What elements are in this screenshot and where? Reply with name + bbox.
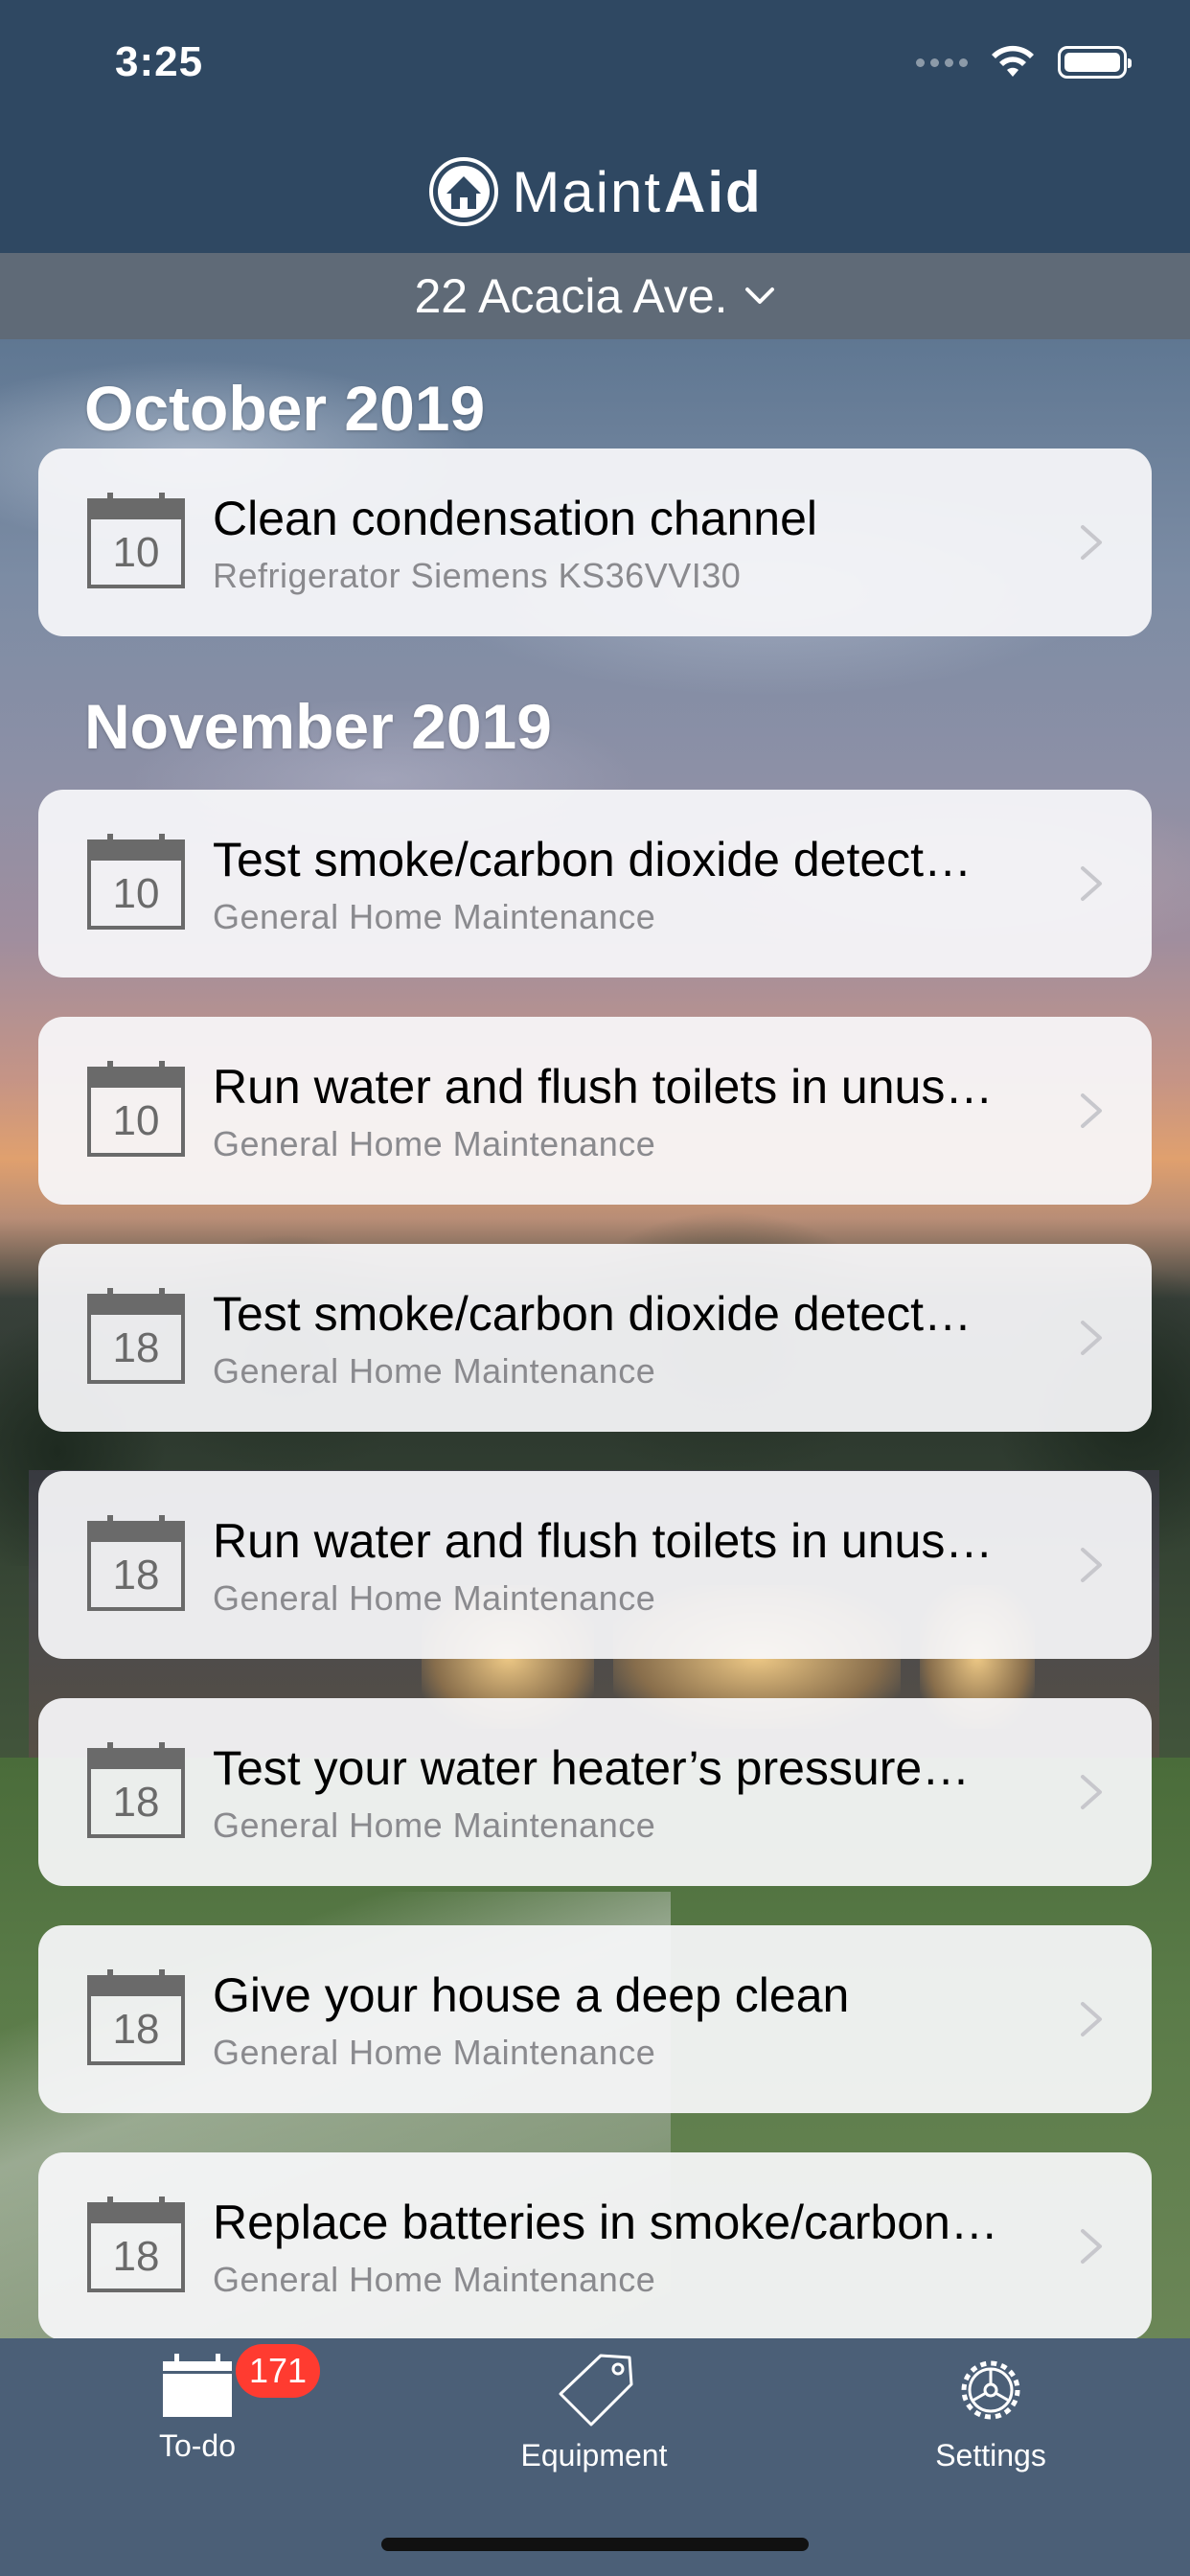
status-time: 3:25	[115, 38, 204, 85]
task-card[interactable]: 10 Test smoke/carbon dioxide detect… Gen…	[38, 790, 1152, 978]
calendar-icon	[87, 1061, 185, 1157]
chevron-right-icon	[1081, 866, 1102, 901]
task-card[interactable]: 10 Run water and flush toilets in unus… …	[38, 1017, 1152, 1205]
navigation-bar: 3:25 Maint Aid	[0, 0, 1190, 253]
calendar-icon	[87, 493, 185, 588]
tab-settings[interactable]: Settings	[876, 2352, 1106, 2496]
task-equipment: General Home Maintenance	[213, 2260, 656, 2299]
tab-equipment-label: Equipment	[520, 2438, 668, 2472]
location-selector[interactable]: 22 Acacia Ave.	[0, 253, 1190, 339]
task-equipment: General Home Maintenance	[213, 1351, 656, 1391]
home-indicator[interactable]	[381, 2538, 809, 2551]
brand-name-part2: Aid	[664, 159, 763, 224]
chevron-down-icon	[744, 288, 774, 304]
todo-count-badge: 171	[236, 2344, 321, 2398]
calendar-icon	[87, 1969, 185, 2065]
chevron-right-icon	[1081, 1321, 1102, 1355]
task-title: Replace batteries in smoke/carbon…	[213, 2196, 998, 2249]
task-card[interactable]: 18 Test your water heater’s pressure… Ge…	[38, 1698, 1152, 1886]
task-title: Test smoke/carbon dioxide detect…	[213, 1287, 973, 1341]
task-equipment: General Home Maintenance	[213, 1806, 656, 1845]
task-equipment: General Home Maintenance	[213, 1578, 656, 1618]
task-equipment: General Home Maintenance	[213, 1124, 656, 1163]
task-card[interactable]: 10 Clean condensation channel Refrigerat…	[38, 448, 1152, 636]
task-title: Give your house a deep clean	[213, 1968, 850, 2022]
task-card[interactable]: 18 Run water and flush toilets in unus… …	[38, 1471, 1152, 1659]
chevron-right-icon	[1081, 1093, 1102, 1128]
calendar-icon	[163, 2354, 232, 2417]
cellular-signal-icon	[916, 58, 968, 67]
status-icons	[916, 44, 1132, 80]
calendar-icon	[87, 1288, 185, 1384]
chevron-right-icon	[1081, 1775, 1102, 1809]
tab-settings-label: Settings	[935, 2438, 1046, 2472]
chevron-right-icon	[1081, 2002, 1102, 2036]
tab-equipment[interactable]: Equipment	[479, 2352, 709, 2496]
section-header-month: October 2019	[84, 373, 486, 444]
section-header-month: November 2019	[84, 691, 552, 762]
task-card[interactable]: 18 Test smoke/carbon dioxide detect… Gen…	[38, 1244, 1152, 1432]
wifi-icon	[992, 45, 1034, 77]
task-equipment: Refrigerator Siemens KS36VVI30	[213, 556, 742, 595]
calendar-icon	[87, 834, 185, 930]
calendar-icon	[87, 1515, 185, 1611]
task-title: Run water and flush toilets in unus…	[213, 1060, 994, 1114]
task-title: Test smoke/carbon dioxide detect…	[213, 833, 973, 886]
battery-icon	[1058, 46, 1132, 79]
task-title: Clean condensation channel	[213, 492, 818, 545]
tab-todo-label: To-do	[158, 2428, 237, 2463]
task-equipment: General Home Maintenance	[213, 2033, 656, 2072]
chevron-right-icon	[1081, 2229, 1102, 2264]
app-logo: Maint Aid	[0, 153, 1190, 230]
tag-icon	[559, 2354, 633, 2426]
gear-icon	[961, 2360, 1020, 2420]
brand-name-part1: Maint	[512, 159, 663, 224]
house-logo-icon	[429, 157, 499, 226]
calendar-icon	[87, 2196, 185, 2292]
chevron-right-icon	[1081, 525, 1102, 560]
chevron-right-icon	[1081, 1548, 1102, 1582]
task-card[interactable]: 18 Replace batteries in smoke/carbon… Ge…	[38, 2152, 1152, 2340]
location-name: 22 Acacia Ave.	[414, 269, 728, 323]
calendar-icon	[87, 1742, 185, 1838]
task-card[interactable]: 18 Give your house a deep clean General …	[38, 1925, 1152, 2113]
task-title: Run water and flush toilets in unus…	[213, 1514, 994, 1568]
task-equipment: General Home Maintenance	[213, 897, 656, 936]
task-title: Test your water heater’s pressure…	[213, 1741, 971, 1795]
